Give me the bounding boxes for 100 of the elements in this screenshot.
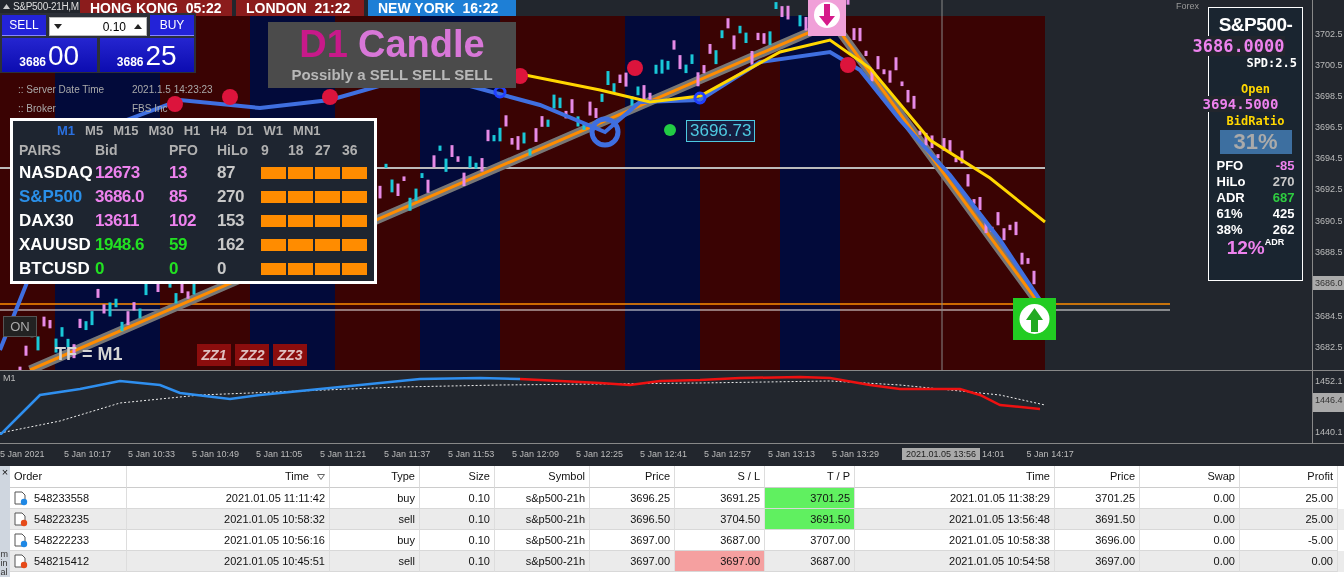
time-tick: 5 Jan 12:57 bbox=[704, 449, 753, 459]
adr-label: ADR bbox=[1264, 237, 1285, 247]
column-header[interactable]: Order bbox=[10, 466, 127, 488]
column-header[interactable]: Swap bbox=[1140, 466, 1240, 488]
stat-label: 61% bbox=[1216, 206, 1244, 221]
close-icon[interactable]: × bbox=[1, 466, 9, 478]
server-type-label: Forex bbox=[1176, 1, 1199, 11]
column-header[interactable]: Size bbox=[420, 466, 495, 488]
zigzag-button[interactable]: ZZ1 bbox=[197, 344, 231, 366]
column-header[interactable]: Time bbox=[855, 466, 1055, 488]
stat-value: 262 bbox=[1271, 222, 1295, 237]
bid-ratio-value: 31% bbox=[1219, 130, 1292, 154]
table-cell: s&p500-21h bbox=[495, 509, 590, 530]
table-cell: 3697.00 bbox=[675, 551, 765, 572]
signal-dot bbox=[222, 89, 238, 105]
price-tick: 3684.5 bbox=[1314, 309, 1344, 323]
column-header: 18 bbox=[288, 141, 305, 160]
timeframe-tab[interactable]: M30 bbox=[148, 123, 174, 140]
hilo-value: 153 bbox=[217, 211, 245, 231]
timeframe-tab[interactable]: MN1 bbox=[293, 123, 321, 140]
hilo-value: 0 bbox=[217, 259, 227, 279]
bid-value: 3686.0 bbox=[95, 187, 145, 207]
price-tick: 3692.5 bbox=[1314, 183, 1344, 197]
timeframe-tab[interactable]: D1 bbox=[236, 123, 254, 140]
time-tick: 5 Jan 11:53 bbox=[448, 449, 496, 459]
time-tick: 5 Jan 13:29 bbox=[832, 449, 881, 459]
price-tick: 3682.5 bbox=[1314, 340, 1344, 354]
column-header[interactable]: Price bbox=[590, 466, 675, 488]
pfo-value: 59 bbox=[169, 235, 188, 255]
signal-dot bbox=[167, 96, 183, 112]
spread-label: SPD:2.5 bbox=[1246, 56, 1297, 70]
table-cell: 0.00 bbox=[1140, 509, 1240, 530]
column-header: Bid bbox=[95, 141, 119, 160]
timeframe-tab[interactable]: H1 bbox=[183, 123, 201, 140]
timeframe-tab[interactable]: W1 bbox=[263, 123, 284, 140]
price-tick: 3702.5 bbox=[1314, 28, 1344, 41]
price-label: 3696.73 bbox=[686, 120, 756, 142]
adr-percent: 12% bbox=[1226, 237, 1265, 259]
time-tick: 5 Jan 12:25 bbox=[576, 449, 625, 459]
bid-value: 13611 bbox=[95, 211, 140, 231]
stat-value: 270 bbox=[1271, 174, 1295, 189]
stat-label: ADR bbox=[1216, 190, 1246, 205]
pair-name[interactable]: S&P500 bbox=[19, 186, 95, 208]
table-cell: 0.10 bbox=[420, 509, 495, 530]
terminal-tab[interactable]: minal bbox=[0, 550, 10, 577]
session-clock: NEW YORK 16:22 bbox=[368, 0, 516, 16]
signal-dot bbox=[840, 57, 856, 73]
ask-price-button[interactable]: 3686 25 bbox=[99, 38, 194, 72]
sell-button[interactable]: SELL bbox=[2, 15, 46, 36]
indicator-label: M1 bbox=[3, 373, 16, 383]
pair-name[interactable]: DAX30 bbox=[19, 210, 95, 232]
bid-price-button[interactable]: 3686 00 bbox=[2, 38, 97, 72]
sort-icon bbox=[317, 473, 325, 480]
column-header[interactable]: Symbol bbox=[495, 466, 590, 488]
increase-icon[interactable] bbox=[134, 24, 142, 29]
timeframe-tab[interactable]: M15 bbox=[113, 123, 139, 140]
timeframe-label: TF = M1 bbox=[55, 344, 123, 365]
indicator-tick: 1452.1 bbox=[1314, 375, 1344, 388]
table-cell: 2021.01.05 10:45:51 bbox=[127, 551, 330, 572]
column-header[interactable]: Price bbox=[1055, 466, 1140, 488]
pair-name[interactable]: XAUUSD bbox=[19, 234, 95, 256]
price-tick: 3694.5 bbox=[1314, 152, 1344, 166]
column-header[interactable]: Profit bbox=[1240, 466, 1338, 488]
table-cell: 2021.01.05 10:58:32 bbox=[127, 509, 330, 530]
zigzag-button[interactable]: ZZ3 bbox=[273, 344, 307, 366]
indicator-tick: 1440.1 bbox=[1314, 426, 1344, 439]
column-header[interactable]: Type bbox=[330, 466, 420, 488]
decrease-icon[interactable] bbox=[54, 24, 62, 29]
zigzag-button[interactable]: ZZ2 bbox=[235, 344, 269, 366]
indicator-tick: 1446.4 bbox=[1313, 393, 1344, 412]
buy-button[interactable]: BUY bbox=[150, 15, 194, 36]
signal-dot bbox=[664, 124, 676, 136]
time-tick: 5 Jan 12:09 bbox=[512, 449, 561, 459]
hilo-value: 270 bbox=[217, 187, 245, 207]
column-header[interactable]: S / L bbox=[675, 466, 765, 488]
time-tick: 14:01 bbox=[982, 449, 1005, 459]
symbol-name: S&P500- bbox=[1218, 14, 1293, 36]
pair-name[interactable]: NASDAQ bbox=[19, 162, 95, 184]
pfo-value: 13 bbox=[169, 163, 188, 183]
signal-dot bbox=[627, 60, 643, 76]
price-tick: 3698.5 bbox=[1314, 90, 1344, 104]
timeframe-tab[interactable]: M5 bbox=[85, 123, 104, 140]
time-tick: 5 Jan 14:17 bbox=[1026, 449, 1074, 459]
info-label: :: Server Date Time bbox=[18, 84, 106, 95]
table-cell: 0.10 bbox=[420, 551, 495, 572]
pair-name[interactable]: BTCUSD bbox=[19, 258, 95, 280]
session-clock: LONDON 21:22 bbox=[236, 0, 364, 16]
on-button[interactable]: ON bbox=[3, 316, 37, 337]
timeframe-tab[interactable]: H4 bbox=[210, 123, 227, 140]
open-price: 3694.5000 bbox=[1202, 96, 1279, 112]
bid-value: 12673 bbox=[95, 163, 141, 183]
pfo-value: 0 bbox=[169, 259, 179, 279]
banner-subtitle: Possibly a SELL SELL SELL bbox=[291, 66, 493, 83]
table-cell: sell bbox=[330, 551, 420, 572]
column-header[interactable]: Time bbox=[127, 466, 330, 488]
collapse-icon[interactable] bbox=[3, 4, 10, 9]
time-tick: 5 Jan 13:13 bbox=[768, 449, 817, 459]
table-cell: 548215412 bbox=[10, 551, 127, 572]
lot-size-field[interactable]: 0.10 bbox=[49, 17, 147, 36]
column-header: HiLo bbox=[217, 141, 250, 160]
